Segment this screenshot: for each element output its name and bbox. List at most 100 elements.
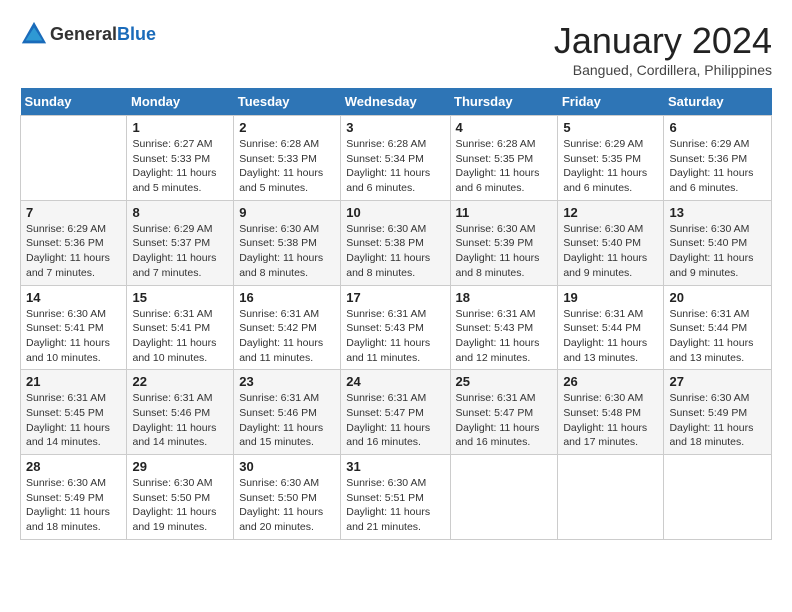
day-info: Sunrise: 6:28 AMSunset: 5:33 PMDaylight:… — [239, 137, 335, 196]
day-number: 8 — [132, 205, 228, 220]
day-info: Sunrise: 6:31 AMSunset: 5:47 PMDaylight:… — [456, 391, 553, 450]
table-row: 27 Sunrise: 6:30 AMSunset: 5:49 PMDaylig… — [664, 370, 772, 455]
table-row: 29 Sunrise: 6:30 AMSunset: 5:50 PMDaylig… — [127, 455, 234, 540]
day-info: Sunrise: 6:30 AMSunset: 5:49 PMDaylight:… — [669, 391, 766, 450]
day-number: 26 — [563, 374, 658, 389]
header-wednesday: Wednesday — [341, 88, 450, 116]
header-saturday: Saturday — [664, 88, 772, 116]
day-number: 10 — [346, 205, 444, 220]
day-info: Sunrise: 6:31 AMSunset: 5:47 PMDaylight:… — [346, 391, 444, 450]
logo: GeneralBlue — [20, 20, 156, 48]
day-number: 27 — [669, 374, 766, 389]
day-number: 7 — [26, 205, 121, 220]
logo-icon — [20, 20, 48, 48]
day-number: 24 — [346, 374, 444, 389]
table-row: 2 Sunrise: 6:28 AMSunset: 5:33 PMDayligh… — [234, 116, 341, 201]
table-row: 18 Sunrise: 6:31 AMSunset: 5:43 PMDaylig… — [450, 285, 558, 370]
table-row: 21 Sunrise: 6:31 AMSunset: 5:45 PMDaylig… — [21, 370, 127, 455]
calendar: Sunday Monday Tuesday Wednesday Thursday… — [20, 88, 772, 540]
day-number: 2 — [239, 120, 335, 135]
day-info: Sunrise: 6:30 AMSunset: 5:50 PMDaylight:… — [239, 476, 335, 535]
header-monday: Monday — [127, 88, 234, 116]
day-info: Sunrise: 6:31 AMSunset: 5:41 PMDaylight:… — [132, 307, 228, 366]
day-info: Sunrise: 6:31 AMSunset: 5:46 PMDaylight:… — [132, 391, 228, 450]
logo-blue: Blue — [117, 24, 156, 44]
location-title: Bangued, Cordillera, Philippines — [554, 62, 772, 78]
week-row-2: 7 Sunrise: 6:29 AMSunset: 5:36 PMDayligh… — [21, 200, 772, 285]
month-title: January 2024 — [554, 20, 772, 62]
day-info: Sunrise: 6:27 AMSunset: 5:33 PMDaylight:… — [132, 137, 228, 196]
table-row: 15 Sunrise: 6:31 AMSunset: 5:41 PMDaylig… — [127, 285, 234, 370]
table-row: 19 Sunrise: 6:31 AMSunset: 5:44 PMDaylig… — [558, 285, 664, 370]
day-number: 13 — [669, 205, 766, 220]
day-info: Sunrise: 6:31 AMSunset: 5:44 PMDaylight:… — [669, 307, 766, 366]
day-info: Sunrise: 6:30 AMSunset: 5:49 PMDaylight:… — [26, 476, 121, 535]
logo-text: GeneralBlue — [50, 24, 156, 45]
table-row — [450, 455, 558, 540]
table-row: 28 Sunrise: 6:30 AMSunset: 5:49 PMDaylig… — [21, 455, 127, 540]
table-row: 24 Sunrise: 6:31 AMSunset: 5:47 PMDaylig… — [341, 370, 450, 455]
day-number: 4 — [456, 120, 553, 135]
table-row: 7 Sunrise: 6:29 AMSunset: 5:36 PMDayligh… — [21, 200, 127, 285]
table-row: 1 Sunrise: 6:27 AMSunset: 5:33 PMDayligh… — [127, 116, 234, 201]
table-row — [664, 455, 772, 540]
logo-general: General — [50, 24, 117, 44]
day-info: Sunrise: 6:30 AMSunset: 5:48 PMDaylight:… — [563, 391, 658, 450]
table-row: 16 Sunrise: 6:31 AMSunset: 5:42 PMDaylig… — [234, 285, 341, 370]
header-friday: Friday — [558, 88, 664, 116]
table-row: 4 Sunrise: 6:28 AMSunset: 5:35 PMDayligh… — [450, 116, 558, 201]
table-row: 10 Sunrise: 6:30 AMSunset: 5:38 PMDaylig… — [341, 200, 450, 285]
day-info: Sunrise: 6:31 AMSunset: 5:44 PMDaylight:… — [563, 307, 658, 366]
table-row: 22 Sunrise: 6:31 AMSunset: 5:46 PMDaylig… — [127, 370, 234, 455]
day-info: Sunrise: 6:31 AMSunset: 5:43 PMDaylight:… — [456, 307, 553, 366]
week-row-3: 14 Sunrise: 6:30 AMSunset: 5:41 PMDaylig… — [21, 285, 772, 370]
day-number: 9 — [239, 205, 335, 220]
table-row: 26 Sunrise: 6:30 AMSunset: 5:48 PMDaylig… — [558, 370, 664, 455]
day-info: Sunrise: 6:29 AMSunset: 5:37 PMDaylight:… — [132, 222, 228, 281]
day-info: Sunrise: 6:31 AMSunset: 5:42 PMDaylight:… — [239, 307, 335, 366]
day-number: 17 — [346, 290, 444, 305]
header-sunday: Sunday — [21, 88, 127, 116]
day-number: 23 — [239, 374, 335, 389]
header: GeneralBlue January 2024 Bangued, Cordil… — [20, 20, 772, 78]
day-number: 19 — [563, 290, 658, 305]
header-tuesday: Tuesday — [234, 88, 341, 116]
day-info: Sunrise: 6:30 AMSunset: 5:38 PMDaylight:… — [239, 222, 335, 281]
table-row: 9 Sunrise: 6:30 AMSunset: 5:38 PMDayligh… — [234, 200, 341, 285]
weekday-header-row: Sunday Monday Tuesday Wednesday Thursday… — [21, 88, 772, 116]
day-number: 29 — [132, 459, 228, 474]
day-number: 11 — [456, 205, 553, 220]
day-number: 22 — [132, 374, 228, 389]
day-info: Sunrise: 6:30 AMSunset: 5:40 PMDaylight:… — [563, 222, 658, 281]
day-info: Sunrise: 6:29 AMSunset: 5:35 PMDaylight:… — [563, 137, 658, 196]
day-number: 30 — [239, 459, 335, 474]
day-info: Sunrise: 6:31 AMSunset: 5:45 PMDaylight:… — [26, 391, 121, 450]
day-number: 28 — [26, 459, 121, 474]
table-row: 17 Sunrise: 6:31 AMSunset: 5:43 PMDaylig… — [341, 285, 450, 370]
day-info: Sunrise: 6:30 AMSunset: 5:50 PMDaylight:… — [132, 476, 228, 535]
header-thursday: Thursday — [450, 88, 558, 116]
day-number: 12 — [563, 205, 658, 220]
day-number: 16 — [239, 290, 335, 305]
day-info: Sunrise: 6:30 AMSunset: 5:40 PMDaylight:… — [669, 222, 766, 281]
day-info: Sunrise: 6:30 AMSunset: 5:38 PMDaylight:… — [346, 222, 444, 281]
table-row: 25 Sunrise: 6:31 AMSunset: 5:47 PMDaylig… — [450, 370, 558, 455]
table-row: 31 Sunrise: 6:30 AMSunset: 5:51 PMDaylig… — [341, 455, 450, 540]
day-number: 25 — [456, 374, 553, 389]
day-number: 14 — [26, 290, 121, 305]
day-number: 3 — [346, 120, 444, 135]
day-number: 31 — [346, 459, 444, 474]
day-number: 6 — [669, 120, 766, 135]
table-row: 6 Sunrise: 6:29 AMSunset: 5:36 PMDayligh… — [664, 116, 772, 201]
day-number: 21 — [26, 374, 121, 389]
table-row: 11 Sunrise: 6:30 AMSunset: 5:39 PMDaylig… — [450, 200, 558, 285]
day-info: Sunrise: 6:30 AMSunset: 5:41 PMDaylight:… — [26, 307, 121, 366]
day-number: 18 — [456, 290, 553, 305]
week-row-1: 1 Sunrise: 6:27 AMSunset: 5:33 PMDayligh… — [21, 116, 772, 201]
day-info: Sunrise: 6:30 AMSunset: 5:39 PMDaylight:… — [456, 222, 553, 281]
day-info: Sunrise: 6:31 AMSunset: 5:46 PMDaylight:… — [239, 391, 335, 450]
day-number: 20 — [669, 290, 766, 305]
week-row-4: 21 Sunrise: 6:31 AMSunset: 5:45 PMDaylig… — [21, 370, 772, 455]
table-row: 12 Sunrise: 6:30 AMSunset: 5:40 PMDaylig… — [558, 200, 664, 285]
day-info: Sunrise: 6:31 AMSunset: 5:43 PMDaylight:… — [346, 307, 444, 366]
